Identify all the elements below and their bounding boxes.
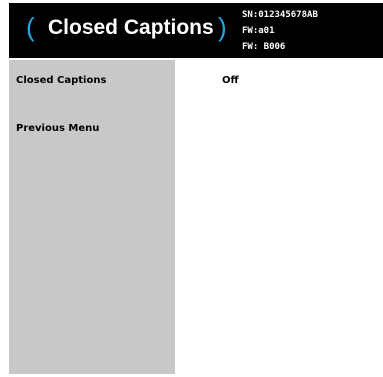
device-info: SN:012345678AB FW:a01 FW: B006 xyxy=(242,7,318,55)
firmware-version-2: FW: B006 xyxy=(242,42,286,52)
closed-captions-value[interactable]: Off xyxy=(222,75,239,86)
menu-header: ( Closed Captions ) SN:012345678AB FW:a0… xyxy=(9,3,383,58)
menu-content: Off xyxy=(175,60,383,374)
sidebar-item-previous-menu[interactable]: Previous Menu xyxy=(16,123,99,134)
serial-number: SN:012345678AB xyxy=(242,10,318,20)
osd-menu-window: ( Closed Captions ) SN:012345678AB FW:a0… xyxy=(9,3,383,374)
firmware-version-1: FW:a01 xyxy=(242,26,275,36)
menu-sidebar: Closed Captions Previous Menu xyxy=(9,60,175,374)
header-right-bracket: ) xyxy=(218,12,227,42)
header-left-bracket: ( xyxy=(26,12,35,42)
menu-title: Closed Captions xyxy=(48,16,214,39)
sidebar-item-closed-captions[interactable]: Closed Captions xyxy=(16,75,106,86)
